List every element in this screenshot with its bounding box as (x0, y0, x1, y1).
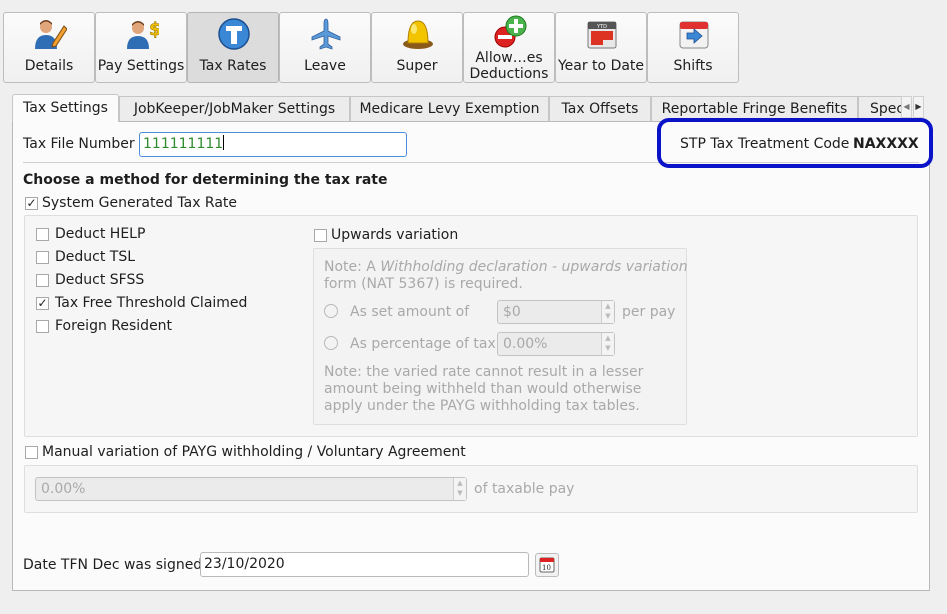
plus-minus-icon (494, 15, 527, 48)
calendar-day: 10 (542, 564, 551, 572)
allowances-deductions-label: Allow…es Deductions (464, 50, 554, 82)
pay-settings-label: Pay Settings (97, 58, 185, 74)
details-label: Details (24, 58, 74, 74)
date-tfn-label: Date TFN Dec was signed (23, 557, 203, 573)
shifts-label: Shifts (673, 58, 713, 74)
method-heading: Choose a method for determining the tax … (23, 172, 388, 188)
airplane-icon (311, 18, 341, 50)
tfn-input[interactable]: 111111111 (139, 132, 407, 157)
super-label: Super (396, 58, 438, 74)
upwards-note-2-line1: Note: the varied rate cannot result in a… (324, 364, 644, 380)
golden-egg-icon (403, 20, 433, 49)
person-dollar-icon: $ (127, 19, 159, 49)
of-taxable-pay-label: of taxable pay (474, 481, 575, 497)
text-caret (223, 135, 225, 150)
set-amount-label: As set amount of (350, 304, 470, 320)
spin-arrows-icon[interactable]: ▲ ▼ (453, 478, 466, 500)
deduct-sfss-checkbox[interactable] (36, 274, 49, 287)
manual-variation-checkbox[interactable] (25, 446, 38, 459)
spin-arrows-icon[interactable]: ▲ ▼ (601, 333, 614, 355)
set-amount-spinbox[interactable]: $0 ▲ ▼ (497, 300, 615, 324)
percentage-value: 0.00% (503, 336, 548, 352)
deduct-tsl-label: Deduct TSL (55, 249, 136, 265)
tfn-label: Tax File Number (23, 136, 135, 152)
toolbar: Details $ Pay Settings Tax Rates Leave S… (3, 12, 739, 83)
foreign-resident-label: Foreign Resident (55, 318, 173, 334)
tax-t-icon (218, 18, 250, 50)
person-pencil-icon (35, 20, 67, 49)
percentage-spinbox[interactable]: 0.00% ▲ ▼ (497, 332, 615, 356)
system-generated-checkbox[interactable]: ✓ (25, 197, 38, 210)
tax-settings-panel: Tax File Number 111111111 STP Tax Treatm… (12, 121, 930, 591)
upwards-note-2-line2: amount being withheld than would otherwi… (324, 381, 642, 397)
deduct-tsl-checkbox[interactable] (36, 251, 49, 264)
tfn-value: 111111111 (143, 136, 224, 152)
ytd-calendar-icon: YTD (587, 21, 617, 49)
upwards-note-2-line3: apply under the PAYG withholding tax tab… (324, 398, 640, 414)
super-button[interactable]: Super (371, 12, 463, 83)
upwards-note-1-prefix: Note: A (324, 259, 381, 275)
tax-free-threshold-checkbox[interactable]: ✓ (36, 297, 49, 310)
pay-settings-button[interactable]: $ Pay Settings (95, 12, 187, 83)
tab-tax-offsets[interactable]: Tax Offsets (549, 96, 651, 122)
manual-variation-label: Manual variation of PAYG withholding / V… (42, 444, 466, 460)
deduct-help-label: Deduct HELP (55, 226, 146, 242)
stp-code-highlight (657, 118, 933, 168)
allowances-label-line1: Allow…es (475, 50, 543, 66)
per-pay-label: per pay (622, 304, 676, 320)
allowances-label-line2: Deductions (469, 66, 549, 82)
percentage-label: As percentage of tax (350, 336, 496, 352)
system-generated-label: System Generated Tax Rate (42, 195, 238, 211)
date-tfn-input[interactable]: 23/10/2020 (200, 552, 529, 577)
calendar-button[interactable]: 10 (535, 553, 559, 577)
upwards-variation-checkbox[interactable] (314, 229, 327, 242)
tax-rates-label: Tax Rates (199, 58, 267, 74)
year-to-date-button[interactable]: YTD Year to Date (555, 12, 647, 83)
manual-variation-spinbox[interactable]: 0.00% ▲ ▼ (35, 477, 467, 501)
set-amount-value: $0 (503, 304, 521, 320)
manual-variation-value: 0.00% (41, 481, 86, 497)
calendar-icon: 10 (539, 557, 555, 573)
tab-tax-settings[interactable]: Tax Settings (12, 94, 119, 122)
year-to-date-label: Year to Date (557, 58, 645, 74)
tab-scroll-right-button[interactable]: ▶ (913, 96, 924, 118)
details-button[interactable]: Details (3, 12, 95, 83)
tab-scroll-left-button[interactable]: ◀ (901, 96, 912, 118)
upwards-note-1: Note: A Withholding declaration - upward… (324, 259, 688, 275)
shifts-button[interactable]: Shifts (647, 12, 739, 83)
spin-arrows-icon[interactable]: ▲ ▼ (601, 301, 614, 323)
tab-jobkeeper-settings[interactable]: JobKeeper/JobMaker Settings (119, 96, 350, 122)
upwards-variation-label: Upwards variation (331, 227, 459, 243)
foreign-resident-checkbox[interactable] (36, 320, 49, 333)
tax-rates-button[interactable]: Tax Rates (187, 12, 279, 83)
tax-free-threshold-label: Tax Free Threshold Claimed (55, 295, 248, 311)
upwards-note-1-italic: Withholding declaration - upwards variat… (380, 259, 688, 275)
leave-label: Leave (304, 58, 346, 74)
deduct-sfss-label: Deduct SFSS (55, 272, 145, 288)
allowances-deductions-button[interactable]: Allow…es Deductions (463, 12, 555, 83)
percentage-radio[interactable] (324, 336, 338, 350)
calendar-arrow-icon (679, 21, 709, 49)
set-amount-radio[interactable] (324, 304, 338, 318)
svg-text:$: $ (149, 19, 159, 40)
tab-medicare-levy-exemption[interactable]: Medicare Levy Exemption (350, 96, 549, 122)
upwards-note-1-suffix: form (NAT 5367) is required. (324, 276, 523, 292)
svg-text:YTD: YTD (596, 24, 607, 30)
deduct-help-checkbox[interactable] (36, 228, 49, 241)
leave-button[interactable]: Leave (279, 12, 371, 83)
